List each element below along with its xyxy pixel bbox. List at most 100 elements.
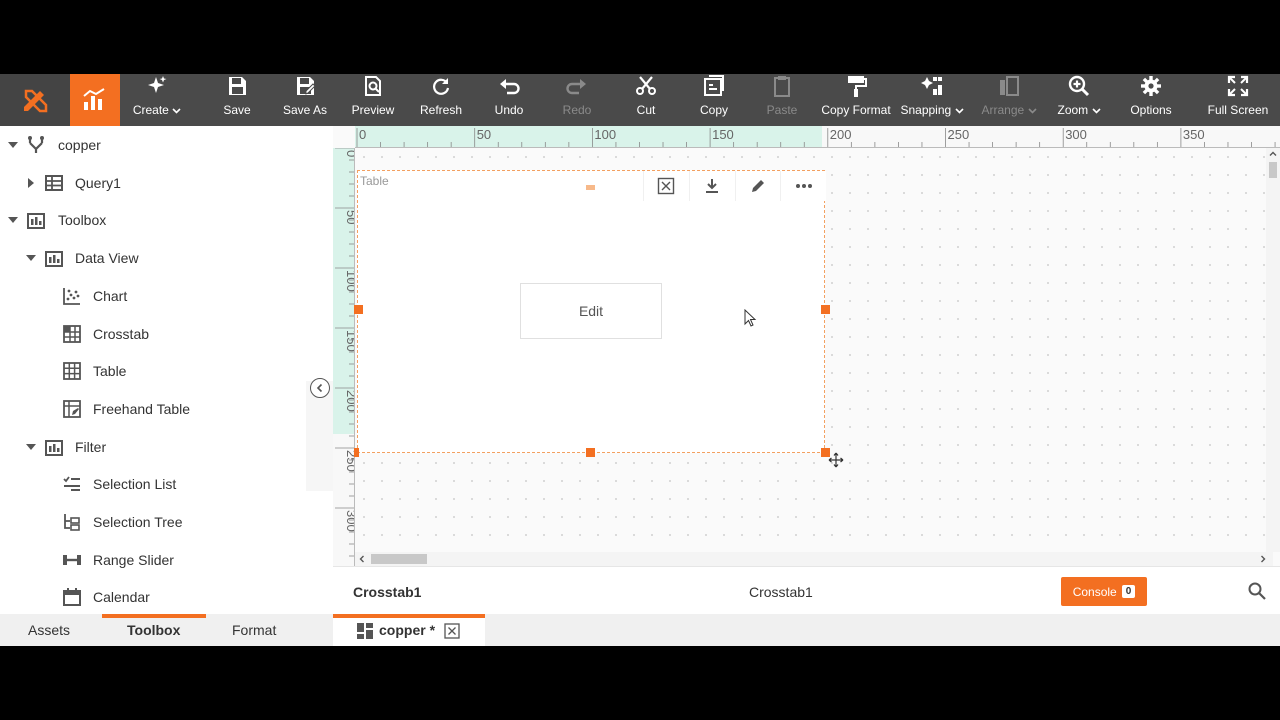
selection-list-icon: [63, 476, 80, 492]
caret-down-icon[interactable]: [8, 140, 18, 150]
toolbar-label-text: Paste: [766, 103, 798, 117]
copy-button[interactable]: Copy: [686, 74, 742, 126]
preview-button[interactable]: Preview: [346, 74, 400, 126]
tree-item-label: copper: [58, 137, 101, 153]
ruler-label: 150: [344, 330, 355, 352]
tab-toolbox[interactable]: Toolbox: [127, 614, 180, 646]
tree-item-table[interactable]: Table: [0, 352, 333, 390]
close-widget-button[interactable]: [643, 171, 689, 201]
data-source-icon: [28, 136, 44, 153]
ruler-label: 100: [344, 270, 355, 292]
ruler-label: 300: [344, 510, 355, 532]
tree-item-label: Selection Tree: [93, 514, 183, 530]
undo-button[interactable]: Undo: [484, 74, 534, 126]
tab-assets[interactable]: Assets: [28, 614, 70, 646]
caret-down-icon[interactable]: [8, 215, 18, 225]
undo-icon: [500, 79, 520, 95]
zoom-button[interactable]: Zoom: [1048, 74, 1110, 126]
horizontal-ruler: 0501001502002503003504004505005506006507…: [355, 126, 1280, 148]
save-button[interactable]: Save: [214, 74, 260, 126]
save-as-button[interactable]: Save As: [280, 74, 330, 126]
widget-toolbar: [643, 171, 826, 201]
tree-item-toolbox[interactable]: Toolbox: [0, 201, 333, 239]
composer-logo[interactable]: [0, 74, 70, 126]
arrange-button[interactable]: Arrange: [974, 74, 1044, 126]
tree-item-filter[interactable]: Filter: [0, 428, 333, 466]
bottom-tab-bar: Assets Toolbox Format copper *: [0, 614, 1280, 646]
document-tab[interactable]: copper *: [333, 614, 485, 646]
scroll-up-icon[interactable]: [1269, 150, 1277, 158]
toolbar-label-text: Save As: [282, 103, 328, 117]
preview-icon: [365, 76, 381, 96]
tree-item-data-view[interactable]: Data View: [0, 239, 333, 277]
scatter-chart-icon: [63, 287, 80, 305]
tree-item-query1[interactable]: Query1: [0, 164, 333, 202]
full-screen-button[interactable]: Full Screen: [1200, 74, 1276, 126]
console-label: Console: [1072, 584, 1117, 599]
close-tab-icon[interactable]: [444, 623, 460, 639]
chevron-left-icon: [316, 383, 323, 393]
horizontal-scrollbar[interactable]: [355, 552, 1273, 566]
cut-button[interactable]: Cut: [618, 74, 674, 126]
toolbar-label-text: Refresh: [419, 103, 463, 117]
tree-item-chart[interactable]: Chart: [0, 277, 333, 315]
toolbar-label-text: Copy: [699, 103, 728, 117]
create-button[interactable]: Create: [126, 74, 188, 126]
snapping-button[interactable]: Snapping: [896, 74, 968, 126]
caret-down-icon[interactable]: [26, 253, 36, 263]
calendar-icon: [63, 588, 81, 607]
download-icon: [706, 179, 719, 193]
tree-item-calendar[interactable]: Calendar: [0, 578, 333, 616]
dashboard-logo[interactable]: [70, 74, 120, 126]
resize-handle-top[interactable]: [586, 185, 595, 190]
copy-format-button[interactable]: Copy Format: [818, 74, 894, 126]
redo-button[interactable]: Redo: [550, 74, 604, 126]
search-icon[interactable]: [1247, 581, 1267, 601]
collapse-panel-button[interactable]: [310, 378, 330, 398]
resize-handle-left[interactable]: [354, 305, 363, 314]
save-icon: [229, 77, 246, 95]
toolbar-label-text: Create: [132, 103, 169, 117]
tree-item-range-slider[interactable]: Range Slider: [0, 541, 333, 579]
horizontal-scroll-thumb[interactable]: [371, 554, 427, 564]
vertical-scrollbar[interactable]: [1266, 148, 1280, 552]
caret-down-icon[interactable]: [26, 442, 36, 452]
options-button[interactable]: Options: [1118, 74, 1184, 126]
tree-item-freehand-table[interactable]: Freehand Table: [0, 390, 333, 428]
resize-handle-bottom[interactable]: [586, 448, 595, 457]
tree-item-crosstab[interactable]: Crosstab: [0, 315, 333, 353]
resize-handle-bottom-left[interactable]: [354, 448, 359, 457]
resize-handle-right[interactable]: [821, 305, 830, 314]
toolbar-label-text: Snapping: [900, 103, 952, 117]
preview-label: Preview: [346, 103, 400, 117]
table-widget[interactable]: Table Edit: [354, 170, 844, 468]
tree-item-label: Table: [93, 363, 127, 380]
tab-format[interactable]: Format: [232, 614, 276, 646]
tree-item-label: Query1: [75, 174, 121, 191]
chevron-down-icon: [1027, 108, 1037, 114]
ruler-highlight: [355, 126, 822, 147]
toolbar-label-text: Cut: [636, 103, 656, 117]
tree-item-selection-list[interactable]: Selection List: [0, 465, 333, 503]
edit-placeholder-button[interactable]: Edit: [520, 283, 662, 339]
scroll-left-icon[interactable]: [358, 555, 366, 563]
scroll-right-icon[interactable]: [1259, 555, 1267, 563]
ruler-label: 350: [1183, 127, 1205, 142]
console-button[interactable]: Console 0: [1061, 577, 1147, 606]
selection-tree-icon: [64, 514, 80, 531]
vertical-scroll-thumb[interactable]: [1269, 162, 1277, 178]
tree-item-copper[interactable]: copper: [0, 126, 333, 164]
export-widget-button[interactable]: [688, 171, 735, 201]
application-window: Create Save Save As Preview Refresh Undo Redo…: [0, 74, 1280, 646]
console-count-badge: 0: [1121, 585, 1136, 598]
widget-title: Table: [360, 174, 389, 188]
paste-button[interactable]: Paste: [752, 74, 812, 126]
pencil-icon: [751, 180, 764, 192]
caret-right-icon[interactable]: [26, 177, 36, 188]
refresh-button[interactable]: Refresh: [412, 74, 470, 126]
edit-widget-button[interactable]: [734, 171, 781, 201]
more-options-button[interactable]: [780, 171, 826, 201]
redo-icon: [566, 79, 586, 95]
save-label: Save: [214, 103, 260, 117]
tree-item-selection-tree[interactable]: Selection Tree: [0, 503, 333, 541]
